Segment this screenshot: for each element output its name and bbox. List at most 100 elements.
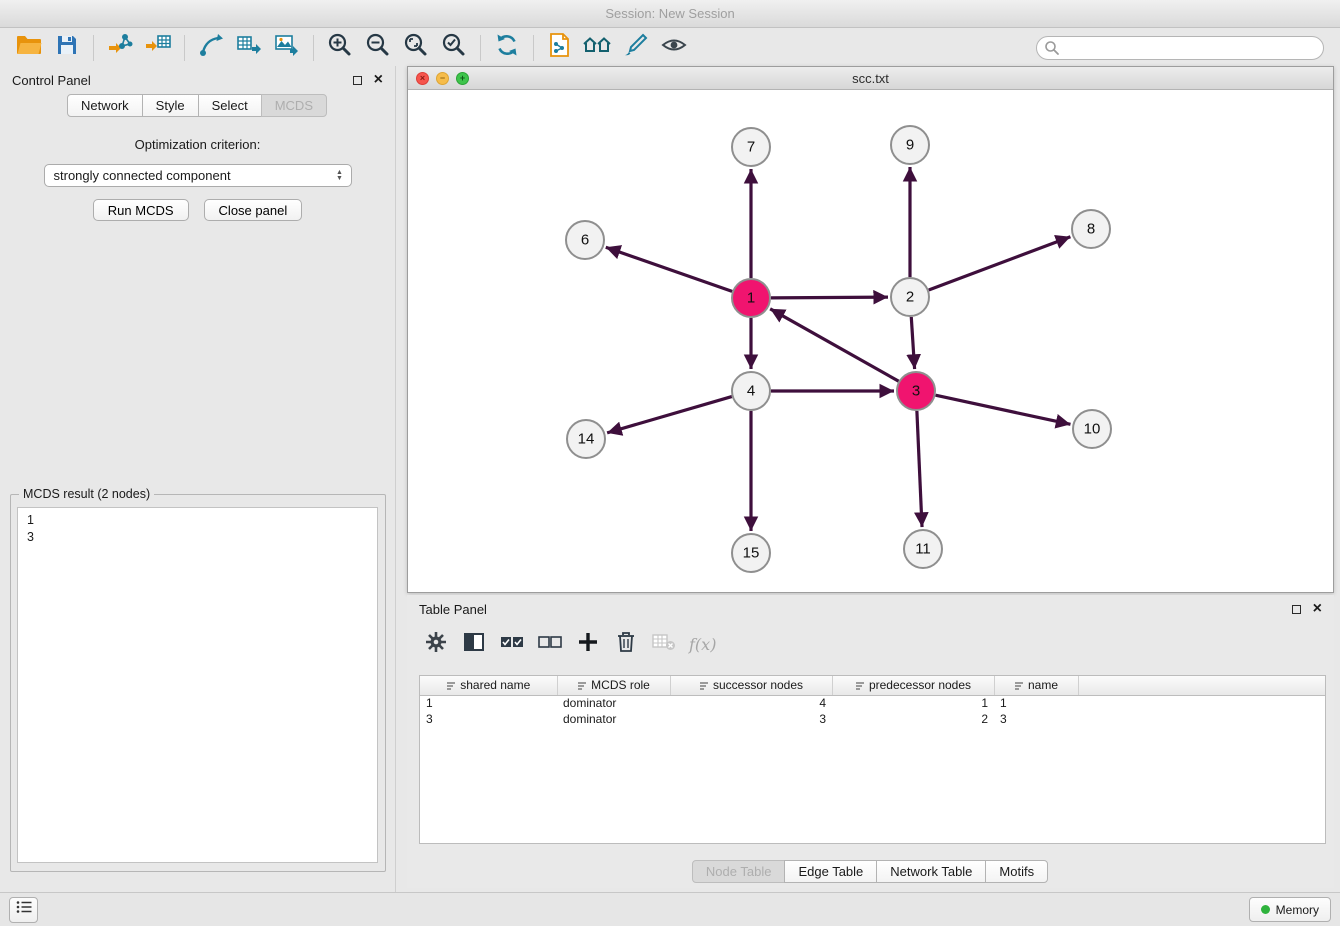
table-panel: Table Panel × (407, 595, 1334, 888)
edge-3-11[interactable] (917, 411, 922, 527)
table-row[interactable]: 3dominator323 (420, 711, 1325, 727)
node-8[interactable]: 8 (1072, 210, 1110, 248)
tab-motifs[interactable]: Motifs (985, 860, 1048, 883)
zoom-selected-button[interactable] (435, 32, 473, 64)
network-canvas[interactable]: 7 9 6 8 1 2 4 3 14 10 15 11 (408, 90, 1333, 592)
cell-predecessor-nodes: 1 (832, 695, 994, 711)
edge-1-6[interactable] (606, 247, 732, 291)
open-folder-icon (16, 34, 42, 61)
node-label-9: 9 (906, 137, 914, 154)
minimize-window-icon[interactable]: − (436, 72, 449, 85)
column-header-mcds-role[interactable]: MCDS role (557, 676, 670, 695)
edge-4-14[interactable] (607, 397, 732, 433)
control-panel: Control Panel × NetworkStyleSelectMCDS O… (0, 66, 396, 892)
cell-shared-name: 1 (420, 695, 557, 711)
show-panels-button[interactable] (9, 897, 38, 923)
export-image-button[interactable] (268, 32, 306, 64)
share-network-icon (198, 32, 224, 63)
node-1[interactable]: 1 (732, 279, 770, 317)
control-panel-tabs: NetworkStyleSelectMCDS (0, 94, 395, 117)
paint-brush-icon (623, 32, 649, 63)
select-all-rows-button[interactable] (497, 629, 527, 659)
table-settings-button[interactable] (421, 629, 451, 659)
edge-2-3[interactable] (911, 317, 914, 369)
table-row[interactable]: 1dominator411 (420, 695, 1325, 711)
column-header-successor-nodes[interactable]: successor nodes (670, 676, 832, 695)
column-header-predecessor-nodes[interactable]: predecessor nodes (832, 676, 994, 695)
tab-edge-table[interactable]: Edge Table (784, 860, 877, 883)
tab-network[interactable]: Network (67, 94, 143, 117)
cell-name: 3 (994, 711, 1078, 727)
tab-mcds[interactable]: MCDS (261, 94, 327, 117)
float-table-panel-icon[interactable] (1292, 605, 1301, 614)
node-15[interactable]: 15 (732, 534, 770, 572)
apply-layout-button[interactable] (488, 32, 526, 64)
list-icon (16, 900, 32, 919)
mcds-result-list[interactable]: 13 (17, 507, 378, 863)
run-mcds-button[interactable]: Run MCDS (93, 199, 189, 221)
open-session-button[interactable] (10, 32, 48, 64)
node-9[interactable]: 9 (891, 126, 929, 164)
close-window-icon[interactable]: × (416, 72, 429, 85)
table-body: 1dominator4113dominator323 (420, 695, 1325, 727)
node-10[interactable]: 10 (1073, 410, 1111, 448)
optimization-select[interactable]: strongly connected component ▲▼ (44, 164, 352, 187)
tab-style[interactable]: Style (142, 94, 199, 117)
import-table-button[interactable] (139, 32, 177, 64)
window-traffic-lights: × − + (416, 72, 469, 85)
node-label-7: 7 (747, 139, 755, 156)
function-builder-button[interactable]: f(x) (689, 635, 716, 654)
network-window-titlebar[interactable]: × − + scc.txt (408, 67, 1333, 90)
import-network-button[interactable] (101, 32, 139, 64)
node-14[interactable]: 14 (567, 420, 605, 458)
zoom-fit-button[interactable] (397, 32, 435, 64)
overview-button[interactable] (579, 32, 617, 64)
delete-row-button[interactable] (611, 629, 641, 659)
node-3[interactable]: 3 (897, 372, 935, 410)
tab-network-table[interactable]: Network Table (876, 860, 986, 883)
clone-network-button[interactable] (541, 32, 579, 64)
floppy-disk-icon (56, 34, 78, 61)
show-hide-button[interactable] (655, 32, 693, 64)
table-header-row: shared nameMCDS rolesuccessor nodesprede… (420, 676, 1325, 695)
mcds-result-groupbox: MCDS result (2 nodes) 13 (10, 494, 386, 872)
node-label-10: 10 (1084, 421, 1101, 438)
add-row-button[interactable] (573, 629, 603, 659)
node-11[interactable]: 11 (904, 530, 942, 568)
tab-node-table[interactable]: Node Table (692, 860, 786, 883)
edge-2-8[interactable] (929, 237, 1071, 290)
export-table-button[interactable] (230, 32, 268, 64)
close-table-panel-icon[interactable]: × (1313, 601, 1322, 617)
node-6[interactable]: 6 (566, 221, 604, 259)
float-panel-icon[interactable] (353, 76, 362, 85)
result-line: 1 (27, 512, 368, 529)
node-4[interactable]: 4 (732, 372, 770, 410)
save-session-button[interactable] (48, 32, 86, 64)
node-2[interactable]: 2 (891, 278, 929, 316)
clear-table-button[interactable] (649, 629, 679, 659)
zoom-out-icon (365, 32, 391, 63)
maximize-window-icon[interactable]: + (456, 72, 469, 85)
column-chooser-button[interactable] (459, 629, 489, 659)
zoom-in-button[interactable] (321, 32, 359, 64)
cell-shared-name: 3 (420, 711, 557, 727)
tab-select[interactable]: Select (198, 94, 262, 117)
search-input[interactable] (1036, 36, 1324, 60)
edge-1-2[interactable] (771, 297, 888, 298)
style-paint-button[interactable] (617, 32, 655, 64)
close-panel-button[interactable]: Close panel (204, 199, 303, 221)
node-table[interactable]: shared nameMCDS rolesuccessor nodesprede… (419, 675, 1326, 844)
close-panel-icon[interactable]: × (374, 72, 383, 88)
plus-icon (577, 631, 599, 658)
memory-button[interactable]: Memory (1249, 897, 1331, 922)
column-header-name[interactable]: name (994, 676, 1078, 695)
column-chooser-icon (463, 631, 485, 658)
zoom-out-button[interactable] (359, 32, 397, 64)
new-network-button[interactable] (192, 32, 230, 64)
edge-3-1[interactable] (770, 309, 898, 381)
deselect-all-rows-button[interactable] (535, 629, 565, 659)
edge-3-10[interactable] (936, 395, 1071, 424)
optimization-criterion-label: Optimization criterion: (0, 137, 395, 152)
column-header-shared-name[interactable]: shared name (420, 676, 557, 695)
node-7[interactable]: 7 (732, 128, 770, 166)
